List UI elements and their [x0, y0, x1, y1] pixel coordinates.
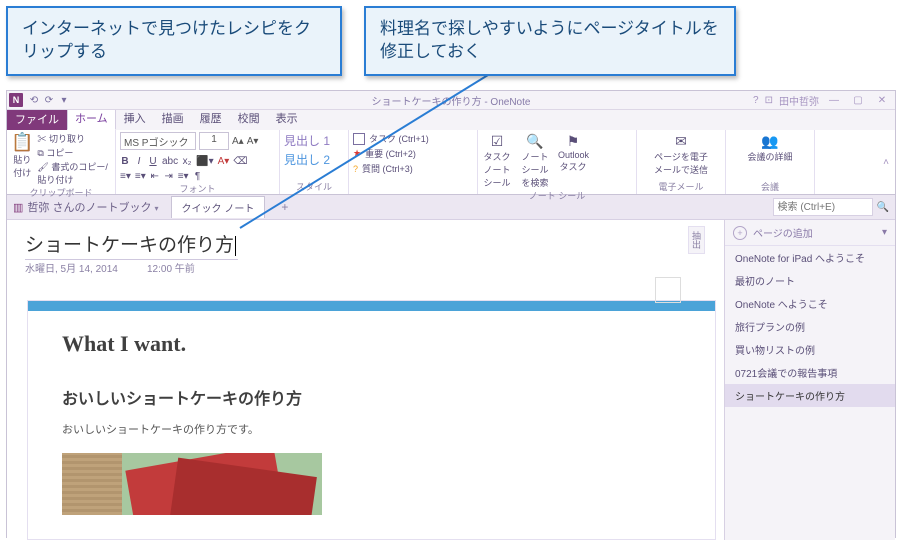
sub-button[interactable]: x₂: [182, 156, 192, 167]
notebook-dropdown[interactable]: 哲弥 さんのノートブック ▾: [27, 199, 158, 215]
page-list-item[interactable]: 0721会議での報告事項: [725, 361, 895, 384]
cut-button[interactable]: ✂ 切り取り: [37, 132, 111, 145]
clip-photo: [62, 453, 322, 515]
para-mark-button[interactable]: ¶: [193, 171, 203, 182]
page-title-input[interactable]: ショートケーキの作り方: [25, 230, 238, 260]
page-list-item[interactable]: 最初のノート: [725, 269, 895, 292]
group-meeting-label: 会議: [730, 180, 810, 194]
add-page-button[interactable]: + ページの追加 ▾: [725, 220, 895, 246]
callout-1: インターネットで見つけたレシピをクリップする: [6, 6, 342, 76]
font-color-button[interactable]: A▾: [218, 156, 230, 167]
font-size-select[interactable]: 1: [199, 132, 229, 150]
minimize-button[interactable]: —: [825, 95, 843, 106]
underline-button[interactable]: U: [148, 156, 158, 167]
paste-button[interactable]: 📋 貼り付け: [11, 132, 33, 179]
bold-button[interactable]: B: [120, 156, 130, 167]
format-painter-button[interactable]: 🖌 書式のコピー/貼り付け: [37, 160, 111, 186]
account-name[interactable]: 田中哲弥: [779, 93, 819, 108]
clip-article-title: おいしいショートケーキの作り方: [62, 385, 681, 409]
main-area: ショートケーキの作り方 水曜日, 5月 14, 2014 12:00 午前 Wh…: [7, 220, 895, 540]
search-input[interactable]: [773, 198, 873, 216]
page-list-item[interactable]: OneNote へようこそ: [725, 292, 895, 315]
font-family-select[interactable]: MS Pゴシック: [120, 132, 196, 150]
help-icon[interactable]: ?: [753, 95, 759, 106]
page-time: 12:00 午前: [147, 260, 195, 275]
page-list-item[interactable]: ショートケーキの作り方: [725, 384, 895, 407]
outdent-button[interactable]: ⇤: [150, 171, 160, 182]
qat-menu-icon[interactable]: ▾: [58, 94, 70, 106]
back-icon[interactable]: ⟲: [28, 94, 40, 106]
group-clipboard-label: クリップボード: [11, 186, 111, 200]
pages-pane-menu-icon[interactable]: ▾: [882, 227, 887, 238]
callout-2: 料理名で探しやすいようにページタイトルを修正しておく: [364, 6, 736, 76]
indent-button[interactable]: ⇥: [164, 171, 174, 182]
clip-header-bar: [28, 301, 715, 311]
pages-pane: + ページの追加 ▾ OneNote for iPad へようこそ最初のノートO…: [724, 220, 895, 540]
collapse-handle[interactable]: 抽出: [688, 226, 705, 254]
close-button[interactable]: ✕: [873, 95, 891, 106]
italic-button[interactable]: I: [134, 156, 144, 167]
numbering-button[interactable]: ≡▾: [135, 171, 146, 182]
page-list-item[interactable]: 旅行プランの例: [725, 315, 895, 338]
page-list-item[interactable]: 買い物リストの例: [725, 338, 895, 361]
page-date: 水曜日, 5月 14, 2014: [25, 260, 118, 275]
forward-icon[interactable]: ⟳: [43, 94, 55, 106]
group-email-label: 電子メール: [641, 180, 721, 194]
plus-icon: +: [733, 226, 747, 240]
page-list-item[interactable]: OneNote for iPad へようこそ: [725, 246, 895, 269]
strike-button[interactable]: abc: [162, 156, 178, 167]
search-icon[interactable]: 🔍: [877, 202, 889, 213]
clip-article-intro: おいしいショートケーキの作り方です。: [62, 421, 681, 437]
outlook-tasks-button[interactable]: ⚑Outlook タスク: [558, 132, 588, 173]
email-page-button[interactable]: ✉ページを電子メールで送信: [651, 132, 711, 176]
maximize-button[interactable]: ▢: [849, 95, 867, 106]
align-button[interactable]: ≡▾: [178, 171, 189, 182]
annotation-line: [238, 75, 528, 235]
ribbon-toggle-icon[interactable]: ⊡: [765, 95, 773, 106]
onenote-icon: N: [9, 93, 23, 107]
bullets-button[interactable]: ≡▾: [120, 171, 131, 182]
copy-button[interactable]: ⧉ コピー: [37, 146, 111, 159]
notebook-icon[interactable]: ▥: [13, 201, 23, 214]
file-tab[interactable]: ファイル: [7, 108, 67, 130]
ribbon-collapse-icon[interactable]: ˄: [883, 157, 889, 168]
highlight-button[interactable]: ⬛▾: [196, 156, 213, 167]
clipped-content: What I want. おいしいショートケーキの作り方 おいしいショートケーキ…: [27, 300, 716, 540]
meeting-details-button[interactable]: 👥会議の詳細: [745, 132, 795, 163]
clip-thumb-placeholder: [655, 277, 681, 303]
clip-site-title: What I want.: [62, 331, 681, 357]
page-canvas[interactable]: ショートケーキの作り方 水曜日, 5月 14, 2014 12:00 午前 Wh…: [7, 220, 724, 540]
